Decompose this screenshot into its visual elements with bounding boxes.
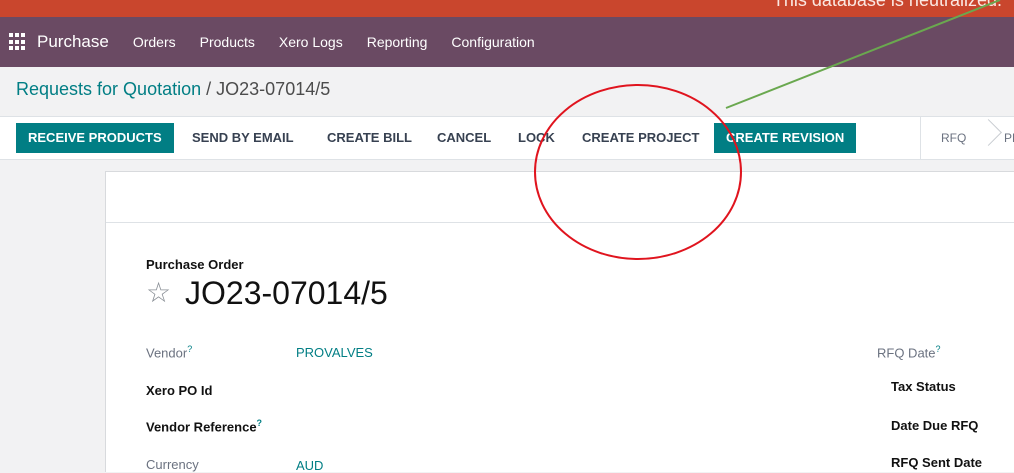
currency-field[interactable]: AUD [296,458,323,473]
apps-grid-icon[interactable] [9,33,27,51]
receive-products-button[interactable]: RECEIVE PRODUCTS [16,123,174,153]
xero-po-id-label: Xero PO Id [146,383,213,398]
send-by-email-button[interactable]: SEND BY EMAIL [192,123,294,153]
menu-reporting[interactable]: Reporting [367,34,428,50]
neutralized-banner: This database is neutralized. [0,0,1014,17]
help-icon[interactable]: ? [936,344,941,354]
breadcrumb-separator: / [206,79,212,99]
menu-products[interactable]: Products [200,34,255,50]
breadcrumb-parent-link[interactable]: Requests for Quotation [16,79,201,99]
form-sheet: Purchase Order ☆ JO23-07014/5 Vendor? PR… [105,171,1014,473]
help-icon[interactable]: ? [187,344,192,354]
status-stages: RFQ PR [920,117,1014,159]
vendor-field[interactable]: PROVALVES [296,345,373,360]
rfq-sent-date-label: RFQ Sent Date [891,455,983,470]
form-type-label: Purchase Order [146,257,244,272]
create-bill-button[interactable]: CREATE BILL [327,123,412,153]
create-project-button[interactable]: CREATE PROJECT [582,123,700,153]
action-toolbar: RECEIVE PRODUCTS SEND BY EMAIL CREATE BI… [0,116,1014,160]
star-icon[interactable]: ☆ [146,278,171,308]
chevron-right-icon [975,119,1002,146]
cancel-button[interactable]: CANCEL [437,123,491,153]
menu-xero-logs[interactable]: Xero Logs [279,34,343,50]
sheet-divider [106,222,1014,223]
menu-orders[interactable]: Orders [133,34,176,50]
menu-configuration[interactable]: Configuration [451,34,534,50]
breadcrumb: Requests for Quotation / JO23-07014/5 [16,79,330,100]
vendor-label: Vendor? [146,344,193,361]
tax-status-label: Tax Status [891,379,956,394]
vendor-reference-label: Vendor Reference? [146,418,263,435]
create-revision-button[interactable]: CREATE REVISION [714,123,857,153]
app-name[interactable]: Purchase [37,32,109,52]
top-navbar: Purchase Orders Products Xero Logs Repor… [0,17,1014,67]
breadcrumb-current: JO23-07014/5 [216,79,331,99]
page-title: JO23-07014/5 [185,275,388,311]
lock-button[interactable]: LOCK [518,123,555,153]
stage-next[interactable]: PR [1004,131,1014,145]
stage-rfq[interactable]: RFQ [941,131,966,145]
banner-text: This database is neutralized. [772,0,1002,10]
date-due-rfq-label: Date Due RFQ [891,418,979,433]
rfq-date-label: RFQ Date? [877,344,941,361]
help-icon[interactable]: ? [257,418,263,428]
